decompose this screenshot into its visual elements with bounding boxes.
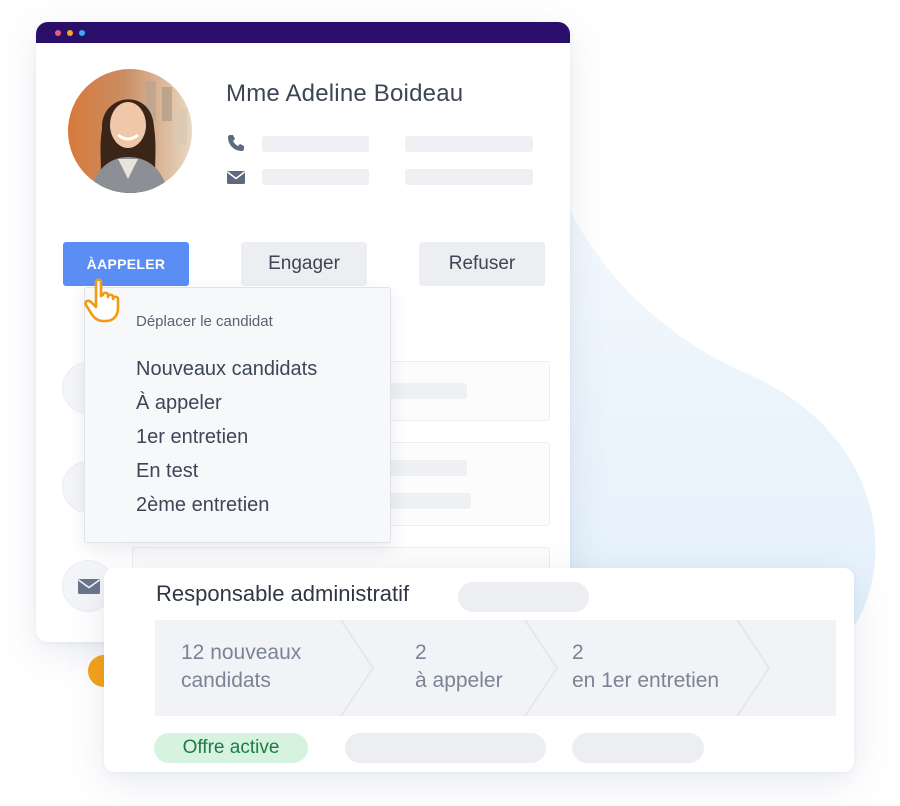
window-dot-yellow[interactable]	[67, 30, 73, 36]
job-footer-placeholder	[345, 733, 546, 763]
candidate-name: Mme Adeline Boideau	[226, 80, 464, 107]
pipeline-chevron	[340, 620, 375, 716]
menu-item-new-candidates[interactable]: Nouveaux candidats	[136, 358, 317, 381]
stage-count: 2	[572, 641, 584, 664]
pipeline-stage-new[interactable]: 12 nouveaux candidats	[181, 639, 301, 695]
job-footer-placeholder	[572, 733, 704, 763]
row-text-placeholder	[383, 460, 467, 476]
row-text-placeholder	[383, 383, 467, 399]
row-text-placeholder	[383, 493, 471, 509]
stage-label: en 1er entretien	[572, 669, 720, 692]
job-pipeline: 12 nouveaux candidats 2 à appeler 2 en 1…	[155, 620, 836, 716]
hand-cursor-icon	[84, 278, 120, 323]
engage-button[interactable]: Engager	[241, 242, 367, 286]
stage-label: à appeler	[415, 669, 503, 692]
pipeline-stage-first-interview[interactable]: 2 en 1er entretien	[572, 639, 719, 695]
refuse-button[interactable]: Refuser	[419, 242, 545, 286]
phone-value-placeholder	[262, 136, 369, 152]
pipeline-chevron	[736, 620, 771, 716]
menu-item-second-interview[interactable]: 2ème entretien	[136, 494, 269, 517]
envelope-icon	[227, 171, 245, 184]
menu-item-first-interview[interactable]: 1er entretien	[136, 426, 248, 449]
status-badge: Offre active	[154, 733, 308, 763]
move-menu-title: Déplacer le candidat	[136, 313, 273, 330]
job-title: Responsable administratif	[156, 581, 410, 606]
window-title-bar	[36, 22, 570, 43]
candidate-avatar	[68, 69, 192, 193]
job-meta-placeholder	[458, 582, 589, 612]
move-candidate-menu: Déplacer le candidat Nouveaux candidats …	[84, 287, 391, 543]
phone-icon	[228, 135, 244, 151]
stage-count: 12 nouveaux	[181, 641, 302, 664]
stage-count: 2	[415, 641, 427, 664]
email-secondary-placeholder	[405, 169, 533, 185]
menu-item-in-test[interactable]: En test	[136, 460, 198, 483]
email-value-placeholder	[262, 169, 369, 185]
menu-item-to-call[interactable]: À appeler	[136, 392, 222, 415]
phone-secondary-placeholder	[405, 136, 533, 152]
job-card[interactable]: Responsable administratif 12 nouveaux ca…	[104, 568, 854, 772]
window-dot-blue[interactable]	[79, 30, 85, 36]
pipeline-stage-to-call[interactable]: 2 à appeler	[415, 639, 503, 695]
stage-label: candidats	[181, 669, 271, 692]
window-dot-red[interactable]	[55, 30, 61, 36]
pipeline-chevron	[524, 620, 559, 716]
